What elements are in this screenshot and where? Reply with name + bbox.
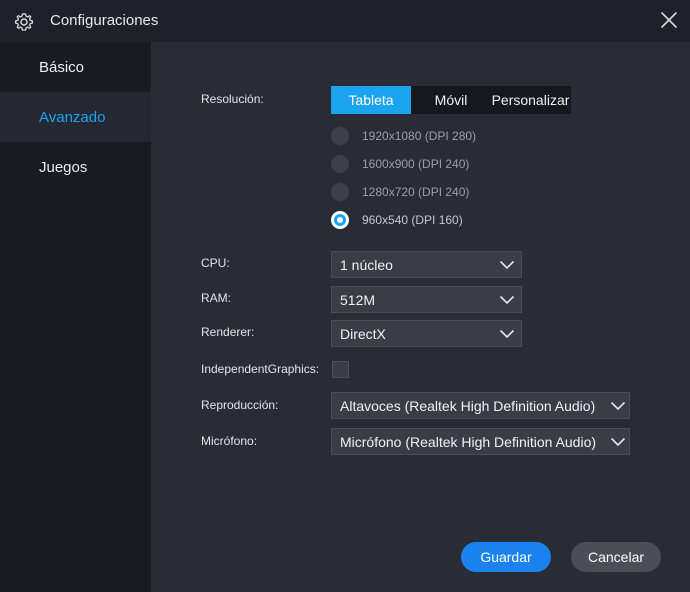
chevron-down-icon bbox=[499, 295, 515, 305]
playback-value: Altavoces (Realtek High Definition Audio… bbox=[340, 398, 596, 414]
renderer-label: Renderer: bbox=[201, 325, 255, 339]
resolution-label: Resolución: bbox=[201, 92, 264, 106]
cpu-label: CPU: bbox=[201, 256, 230, 270]
ram-value: 512M bbox=[340, 292, 376, 308]
window-title: Configuraciones bbox=[50, 12, 159, 29]
chevron-down-icon bbox=[499, 329, 515, 339]
radio-label: 960x540 (DPI 160) bbox=[362, 213, 463, 227]
resolution-option-1920[interactable]: 1920x1080 (DPI 280) bbox=[331, 126, 501, 146]
microphone-label: Micrófono: bbox=[201, 434, 258, 448]
sidebar-item-avanzado[interactable]: Avanzado bbox=[0, 92, 151, 142]
sidebar-item-label: Juegos bbox=[39, 159, 88, 176]
radio-button[interactable] bbox=[331, 155, 349, 173]
resolution-option-1280[interactable]: 1280x720 (DPI 240) bbox=[331, 182, 501, 202]
independent-graphics-checkbox[interactable] bbox=[332, 361, 349, 378]
microphone-value: Micrófono (Realtek High Definition Audio… bbox=[340, 434, 597, 450]
playback-label: Reproducción: bbox=[201, 398, 279, 412]
microphone-select[interactable]: Micrófono (Realtek High Definition Audio… bbox=[331, 428, 630, 455]
save-button[interactable]: Guardar bbox=[461, 542, 551, 572]
tab-movil[interactable]: Móvil bbox=[411, 86, 491, 114]
ram-select[interactable]: 512M bbox=[331, 286, 522, 313]
chevron-down-icon bbox=[610, 437, 626, 447]
radio-label: 1920x1080 (DPI 280) bbox=[362, 129, 477, 143]
renderer-select[interactable]: DirectX bbox=[331, 320, 522, 347]
cpu-value: 1 núcleo bbox=[340, 257, 393, 273]
title-bar: Configuraciones bbox=[0, 0, 690, 42]
renderer-value: DirectX bbox=[340, 326, 386, 342]
sidebar-item-juegos[interactable]: Juegos bbox=[0, 142, 151, 192]
settings-panel bbox=[151, 42, 690, 592]
tab-tableta[interactable]: Tableta bbox=[331, 86, 411, 114]
radio-label: 1600x900 (DPI 240) bbox=[362, 157, 470, 171]
gear-icon bbox=[14, 13, 34, 31]
cancel-button[interactable]: Cancelar bbox=[571, 542, 661, 572]
sidebar-item-label: Avanzado bbox=[39, 109, 106, 126]
resolution-option-1600[interactable]: 1600x900 (DPI 240) bbox=[331, 154, 501, 174]
sidebar-item-basico[interactable]: Básico bbox=[0, 42, 151, 92]
chevron-down-icon bbox=[610, 401, 626, 411]
radio-label: 1280x720 (DPI 240) bbox=[362, 185, 470, 199]
radio-button-checked[interactable] bbox=[331, 211, 349, 229]
close-icon[interactable] bbox=[658, 9, 680, 31]
ram-label: RAM: bbox=[201, 291, 231, 305]
independent-graphics-label: IndependentGraphics: bbox=[201, 362, 320, 376]
sidebar: Básico Avanzado Juegos bbox=[0, 42, 151, 592]
radio-button[interactable] bbox=[331, 183, 349, 201]
playback-select[interactable]: Altavoces (Realtek High Definition Audio… bbox=[331, 392, 630, 419]
sidebar-item-label: Básico bbox=[39, 59, 85, 76]
resolution-tabs: Tableta Móvil Personalizar bbox=[331, 86, 571, 114]
resolution-option-960[interactable]: 960x540 (DPI 160) bbox=[331, 210, 501, 230]
radio-button[interactable] bbox=[331, 127, 349, 145]
chevron-down-icon bbox=[499, 260, 515, 270]
cpu-select[interactable]: 1 núcleo bbox=[331, 251, 522, 278]
tab-personalizar[interactable]: Personalizar bbox=[490, 86, 571, 114]
